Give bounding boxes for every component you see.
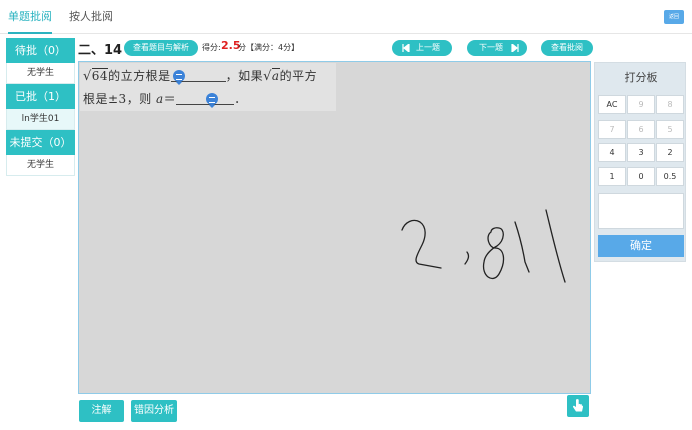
unsubmitted-header[interactable]: 未提交（0） [6,130,75,155]
student-item[interactable]: ln学生01 [6,109,75,130]
hand-tool-button[interactable] [567,395,589,417]
grading-canvas[interactable]: √64的立方根是 ，如果√a的平方 根是±3，则 a＝． [78,61,591,394]
key-7[interactable]: 7 [598,120,626,139]
tab-single-question[interactable]: 单题批阅 [8,0,52,34]
key-ac[interactable]: AC [598,95,626,114]
confirm-button[interactable]: 确定 [598,235,684,257]
score-pad: 打分板 AC 9 8 7 6 5 4 3 2 1 0 0.5 确定 [594,62,686,262]
prev-question-button[interactable]: 上一题 [392,40,452,56]
key-6[interactable]: 6 [627,120,655,139]
key-2[interactable]: 2 [656,143,684,162]
question-bar: 二、14 查看题目与解析 得分: 2.5 分 【满分：4分】 上一题 下一题 查… [78,38,593,58]
score-pad-title: 打分板 [624,71,658,84]
student-panel: 待批（0） 无学生 已批（1） ln学生01 未提交（0） 无学生 [6,38,75,176]
key-8[interactable]: 8 [656,95,684,114]
key-4[interactable]: 4 [598,143,626,162]
pending-header[interactable]: 待批（0） [6,38,75,63]
full-score: 【满分：4分】 [246,43,300,52]
error-analysis-button[interactable]: 错因分析 [131,400,177,422]
key-1[interactable]: 1 [598,167,626,186]
view-analysis-button[interactable]: 查看题目与解析 [124,40,198,56]
next-label: 下一题 [479,43,503,52]
key-0[interactable]: 0 [627,167,655,186]
top-bar: 单题批阅 按人批阅 返回 [0,0,692,34]
key-5[interactable]: 5 [656,120,684,139]
handwriting-strokes [401,209,566,283]
score-input[interactable] [598,193,684,229]
done-header[interactable]: 已批（1） [6,84,75,109]
hand-pointer-icon [572,399,584,412]
key-9[interactable]: 9 [627,95,655,114]
tab-by-person[interactable]: 按人批阅 [69,0,113,34]
pending-empty: 无学生 [6,63,75,84]
key-0-5[interactable]: 0.5 [656,167,684,186]
prev-arrow-icon [402,44,410,52]
score-label: 得分: [202,43,221,52]
view-grading-button[interactable]: 查看批阅 [541,40,593,56]
question-number: 二、14 [78,43,123,58]
annotate-button[interactable]: 注解 [79,400,124,422]
score-unit: 分 [238,43,246,52]
next-question-button[interactable]: 下一题 [467,40,527,56]
back-button[interactable]: 返回 [664,10,684,24]
key-3[interactable]: 3 [627,143,655,162]
unsubmitted-empty: 无学生 [6,155,75,176]
prev-label: 上一题 [416,43,440,52]
next-arrow-icon [511,44,519,52]
